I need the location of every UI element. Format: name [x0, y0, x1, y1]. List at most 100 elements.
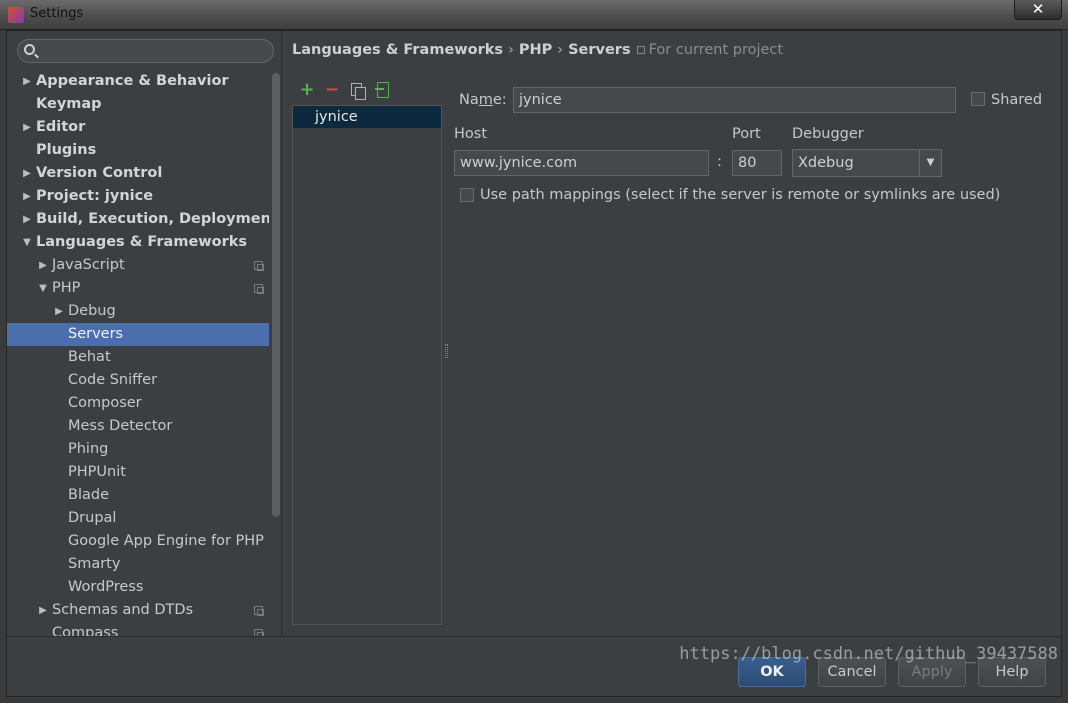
chevron-right-icon[interactable]: ▶	[21, 185, 33, 208]
import-server-button[interactable]	[373, 80, 391, 100]
breadcrumb-languages: Languages & Frameworks	[292, 42, 504, 58]
sidebar-item-mess-detector[interactable]: Mess Detector	[7, 415, 269, 438]
settings-tree: ▶ Appearance & Behavior Keymap ▶ Editor Plugi…	[7, 70, 269, 636]
breadcrumb-php: PHP	[518, 42, 553, 58]
sidebar-item-phpunit[interactable]: PHPUnit	[7, 461, 269, 484]
sidebar-item-blade[interactable]: Blade	[7, 484, 269, 507]
project-scope-icon	[254, 284, 264, 294]
sidebar-item-label: Code Sniffer	[68, 372, 158, 388]
chevron-down-icon[interactable]: ▼	[37, 277, 49, 300]
sidebar-item-plugins[interactable]: Plugins	[7, 139, 269, 162]
sidebar-item-code-sniffer[interactable]: Code Sniffer	[7, 369, 269, 392]
project-scope-icon	[254, 629, 264, 636]
sidebar-item-label: Appearance & Behavior	[36, 73, 229, 89]
sidebar-item-languages-frameworks[interactable]: ▼ Languages & Frameworks	[7, 231, 269, 254]
sidebar-item-label: JavaScript	[52, 257, 125, 273]
sidebar-item-behat[interactable]: Behat	[7, 346, 269, 369]
sidebar-item-label: Google App Engine for PHP	[68, 533, 264, 549]
copy-server-button[interactable]	[348, 80, 366, 100]
host-label: Host	[454, 126, 488, 142]
path-mappings-checkbox[interactable]	[460, 188, 474, 202]
sidebar-item-schemas-and-dtds[interactable]: ▶ Schemas and DTDs	[7, 599, 269, 622]
sidebar-item-label: Servers	[68, 326, 124, 342]
settings-dialog: ▶ Appearance & Behavior Keymap ▶ Editor Plugi…	[6, 30, 1062, 697]
sidebar-item-compass[interactable]: Compass	[7, 622, 269, 636]
chevron-right-icon[interactable]: ▶	[21, 162, 33, 185]
host-field[interactable]: www.jynice.com	[454, 150, 709, 176]
sidebar-item-servers[interactable]: Servers	[7, 323, 269, 346]
debugger-select[interactable]: Xdebug ▼	[792, 149, 942, 177]
chevron-right-icon[interactable]: ▶	[21, 116, 33, 139]
watermark-text: https://blog.csdn.net/github_39437588	[679, 644, 1058, 664]
chevron-right-icon[interactable]: ▶	[53, 300, 65, 323]
shared-checkbox[interactable]	[971, 92, 985, 106]
sidebar-item-label: Composer	[68, 395, 142, 411]
breadcrumb-separator: ›	[508, 42, 514, 58]
sidebar-item-javascript[interactable]: ▶ JavaScript	[7, 254, 269, 277]
breadcrumb: Languages & Frameworks › PHP › Servers For cu…	[292, 42, 783, 58]
sidebar-item-appearance-behavior[interactable]: ▶ Appearance & Behavior	[7, 70, 269, 93]
sidebar-item-label: Debug	[68, 303, 116, 319]
sidebar-item-label: Version Control	[36, 165, 163, 181]
debugger-label: Debugger	[792, 126, 864, 142]
sidebar-item-label: Keymap	[36, 96, 102, 112]
port-label: Port	[732, 126, 761, 142]
sidebar-item-label: Project: jynice	[36, 188, 154, 204]
close-button[interactable]: ✕	[1014, 0, 1062, 20]
path-mappings-label: Use path mappings (select if the server …	[480, 187, 1001, 203]
name-field[interactable]: jynice	[513, 87, 956, 113]
sidebar-item-composer[interactable]: Composer	[7, 392, 269, 415]
settings-content: Languages & Frameworks › PHP › Servers For cu…	[283, 31, 1061, 636]
sidebar-scrollbar[interactable]	[272, 73, 280, 517]
add-server-button[interactable]: +	[298, 80, 316, 100]
sidebar-item-label: PHPUnit	[68, 464, 126, 480]
breadcrumb-separator: ›	[557, 42, 564, 58]
chevron-right-icon[interactable]: ▶	[37, 254, 49, 277]
sidebar-item-wordpress[interactable]: WordPress	[7, 576, 269, 599]
breadcrumb-servers: Servers	[568, 42, 631, 58]
title-bar: Settings ✕	[0, 0, 1068, 30]
sidebar-item-debug[interactable]: ▶ Debug	[7, 300, 269, 323]
chevron-right-icon[interactable]: ▶	[21, 70, 33, 93]
server-list-item[interactable]: jynice	[293, 106, 441, 128]
chevron-down-icon[interactable]: ▼	[919, 150, 941, 176]
debugger-value: Xdebug	[798, 155, 854, 171]
search-icon	[24, 44, 35, 55]
shared-label: Shared	[991, 92, 1043, 108]
sidebar-item-phing[interactable]: Phing	[7, 438, 269, 461]
sidebar-item-keymap[interactable]: Keymap	[7, 93, 269, 116]
sidebar-item-php[interactable]: ▼ PHP	[7, 277, 269, 300]
sidebar-item-label: Blade	[68, 487, 109, 503]
chevron-right-icon[interactable]: ▶	[21, 208, 33, 231]
sidebar-item-editor[interactable]: ▶ Editor	[7, 116, 269, 139]
scope-label: For current project	[648, 42, 784, 58]
chevron-down-icon[interactable]: ▼	[21, 231, 33, 254]
sidebar-item-google-app-engine-for-php[interactable]: Google App Engine for PHP	[7, 530, 269, 553]
sidebar-item-label: PHP	[52, 280, 81, 296]
server-list: jynice	[292, 105, 442, 625]
splitter-handle[interactable]	[445, 344, 448, 358]
chevron-right-icon[interactable]: ▶	[37, 599, 49, 622]
sidebar-item-project-jynice[interactable]: ▶ Project: jynice	[7, 185, 269, 208]
sidebar-item-build-execution-deployment[interactable]: ▶ Build, Execution, Deployment	[7, 208, 269, 231]
project-scope-icon	[254, 606, 264, 616]
sidebar-item-label: Drupal	[68, 510, 117, 526]
search-field[interactable]	[17, 39, 274, 63]
sidebar-item-drupal[interactable]: Drupal	[7, 507, 269, 530]
remove-server-button[interactable]: −	[323, 80, 341, 100]
sidebar-item-label: Schemas and DTDs	[52, 602, 194, 618]
sidebar-item-label: Languages & Frameworks	[36, 234, 248, 250]
sidebar-item-label: Compass	[52, 625, 119, 636]
port-field[interactable]: 80	[732, 150, 782, 176]
project-scope-icon	[254, 261, 264, 271]
app-icon	[8, 7, 24, 23]
sidebar-item-label: Plugins	[36, 142, 97, 158]
sidebar-item-version-control[interactable]: ▶ Version Control	[7, 162, 269, 185]
sidebar-item-smarty[interactable]: Smarty	[7, 553, 269, 576]
settings-sidebar: ▶ Appearance & Behavior Keymap ▶ Editor Plugi…	[7, 31, 282, 636]
sidebar-item-label: Editor	[36, 119, 86, 135]
host-port-separator: :	[717, 154, 722, 170]
name-label: Name:	[459, 92, 507, 108]
sidebar-item-label: Smarty	[68, 556, 121, 572]
sidebar-item-label: Mess Detector	[68, 418, 173, 434]
